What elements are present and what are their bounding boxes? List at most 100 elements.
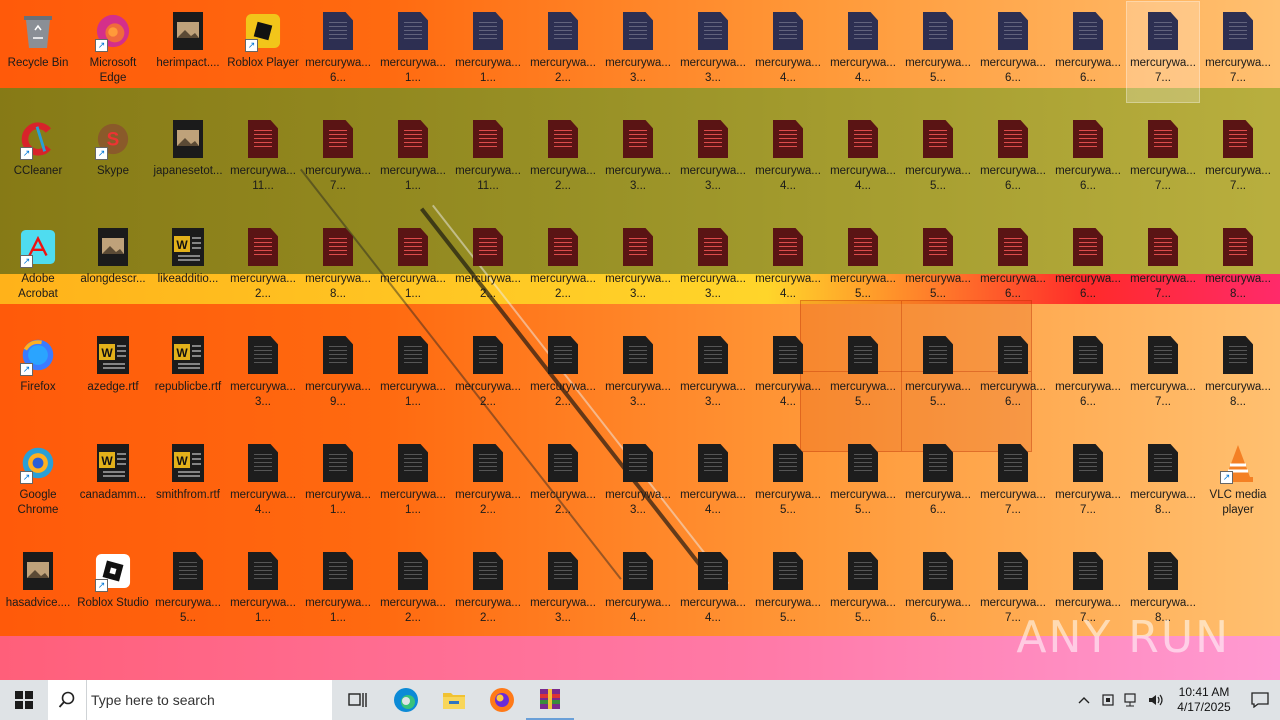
desktop-icon[interactable]: mercurywa... 5...: [902, 110, 974, 210]
desktop-icon[interactable]: japanesetot...: [152, 110, 224, 210]
desktop-icon[interactable]: hasadvice....: [2, 542, 74, 642]
desktop-icon[interactable]: mercurywa... 3...: [602, 2, 674, 102]
desktop-icon[interactable]: Wlikeadditio...: [152, 218, 224, 318]
desktop-icon[interactable]: mercurywa... 7...: [1127, 110, 1199, 210]
desktop-icon[interactable]: mercurywa... 5...: [827, 434, 899, 534]
desktop-icon[interactable]: mercurywa... 4...: [677, 434, 749, 534]
desktop-icon[interactable]: mercurywa... 1...: [377, 326, 449, 426]
desktop-icon[interactable]: mercurywa... 2...: [527, 434, 599, 534]
desktop-icon[interactable]: mercurywa... 6...: [977, 2, 1049, 102]
desktop-icon[interactable]: mercurywa... 5...: [902, 2, 974, 102]
desktop-icon[interactable]: mercurywa... 8...: [1127, 434, 1199, 534]
desktop-icon[interactable]: mercurywa... 2...: [377, 542, 449, 642]
desktop-icon[interactable]: mercurywa... 6...: [977, 110, 1049, 210]
desktop-icon[interactable]: mercurywa... 2...: [452, 326, 524, 426]
desktop-icon[interactable]: mercurywa... 1...: [302, 542, 374, 642]
desktop-icon[interactable]: mercurywa... 7...: [1052, 434, 1124, 534]
desktop-icon[interactable]: mercurywa... 7...: [1202, 110, 1274, 210]
action-center-button[interactable]: [1240, 680, 1280, 720]
desktop-icon[interactable]: mercurywa... 7...: [1127, 218, 1199, 318]
desktop-icon[interactable]: mercurywa... 3...: [677, 110, 749, 210]
search-icon-button[interactable]: [48, 680, 86, 720]
desktop-icon[interactable]: mercurywa... 2...: [527, 110, 599, 210]
desktop-icon[interactable]: mercurywa... 6...: [977, 326, 1049, 426]
desktop-icon[interactable]: mercurywa... 3...: [527, 542, 599, 642]
desktop-icon[interactable]: mercurywa... 1...: [452, 2, 524, 102]
tray-network[interactable]: [1120, 680, 1144, 720]
desktop-icon[interactable]: mercurywa... 8...: [1202, 218, 1274, 318]
desktop-icon[interactable]: ↗ Adobe Acrobat: [2, 218, 74, 318]
desktop-icon[interactable]: mercurywa... 2...: [227, 218, 299, 318]
desktop-icon[interactable]: mercurywa... 2...: [452, 542, 524, 642]
desktop-icon[interactable]: mercurywa... 1...: [377, 2, 449, 102]
desktop-icon[interactable]: mercurywa... 5...: [827, 542, 899, 642]
taskbar-clock[interactable]: 10:41 AM 4/17/2025: [1168, 685, 1240, 715]
desktop-icon[interactable]: mercurywa... 6...: [902, 434, 974, 534]
desktop-icon[interactable]: mercurywa... 4...: [752, 2, 824, 102]
desktop-icon[interactable]: Wrepublicbe.rtf: [152, 326, 224, 426]
show-hidden-icons-button[interactable]: [1072, 680, 1096, 720]
desktop-icon[interactable]: ↗ Roblox Studio: [77, 542, 149, 642]
desktop-icon[interactable]: mercurywa... 5...: [752, 434, 824, 534]
taskbar-winrar[interactable]: [526, 680, 574, 720]
taskbar-search-box[interactable]: Type here to search: [86, 680, 332, 720]
desktop-icon[interactable]: mercurywa... 5...: [827, 218, 899, 318]
desktop-icon[interactable]: mercurywa... 4...: [752, 110, 824, 210]
desktop-icon[interactable]: mercurywa... 5...: [902, 218, 974, 318]
desktop-icon[interactable]: mercurywa... 3...: [227, 326, 299, 426]
desktop-icon[interactable]: mercurywa... 8...: [1202, 326, 1274, 426]
desktop-icon[interactable]: alongdescr...: [77, 218, 149, 318]
desktop-icon[interactable]: mercurywa... 6...: [302, 2, 374, 102]
desktop-icon[interactable]: mercurywa... 2...: [452, 218, 524, 318]
desktop-icon[interactable]: mercurywa... 4...: [602, 542, 674, 642]
desktop-icon[interactable]: mercurywa... 7...: [1127, 326, 1199, 426]
desktop-icon[interactable]: mercurywa... 6...: [1052, 326, 1124, 426]
taskbar-edge[interactable]: [382, 680, 430, 720]
desktop-icon[interactable]: ↗ Microsoft Edge: [77, 2, 149, 102]
desktop-icon[interactable]: mercurywa... 9...: [302, 326, 374, 426]
desktop-icon[interactable]: mercurywa... 3...: [677, 2, 749, 102]
desktop-icon[interactable]: mercurywa... 6...: [902, 542, 974, 642]
desktop-icon[interactable]: mercurywa... 3...: [677, 326, 749, 426]
desktop-icon[interactable]: mercurywa... 1...: [302, 434, 374, 534]
taskbar-file-explorer[interactable]: [430, 680, 478, 720]
desktop-icon[interactable]: mercurywa... 8...: [302, 218, 374, 318]
desktop-icon[interactable]: mercurywa... 4...: [827, 110, 899, 210]
desktop-icon[interactable]: mercurywa... 3...: [677, 218, 749, 318]
desktop-icon[interactable]: S ↗ Skype: [77, 110, 149, 210]
desktop-icon[interactable]: mercurywa... 1...: [227, 542, 299, 642]
desktop-icon[interactable]: mercurywa... 4...: [677, 542, 749, 642]
desktop-icon[interactable]: mercurywa... 7...: [1202, 2, 1274, 102]
desktop-icon[interactable]: mercurywa... 3...: [602, 434, 674, 534]
task-view-button[interactable]: [334, 680, 382, 720]
tray-volume[interactable]: [1144, 680, 1168, 720]
desktop-icon[interactable]: mercurywa... 4...: [752, 326, 824, 426]
desktop-icon[interactable]: ↗ Google Chrome: [2, 434, 74, 534]
desktop-icon[interactable]: mercurywa... 5...: [827, 326, 899, 426]
desktop-icon[interactable]: mercurywa... 1...: [377, 110, 449, 210]
desktop-icon[interactable]: ↗ Firefox: [2, 326, 74, 426]
desktop-icon[interactable]: Wcanadamm...: [77, 434, 149, 534]
desktop-icon[interactable]: mercurywa... 6...: [1052, 218, 1124, 318]
desktop-icon[interactable]: mercurywa... 3...: [602, 110, 674, 210]
desktop-icon[interactable]: mercurywa... 2...: [527, 218, 599, 318]
start-button[interactable]: [0, 680, 48, 720]
desktop-icon[interactable]: herimpact....: [152, 2, 224, 102]
taskbar-firefox[interactable]: [478, 680, 526, 720]
desktop-icon[interactable]: mercurywa... 3...: [602, 326, 674, 426]
desktop-icon[interactable]: mercurywa... 11...: [452, 110, 524, 210]
desktop-icon[interactable]: mercurywa... 3...: [602, 218, 674, 318]
desktop-icon[interactable]: ↗ CCleaner: [2, 110, 74, 210]
desktop-icon[interactable]: ↗ VLC media player: [1202, 434, 1274, 534]
desktop-icon[interactable]: mercurywa... 4...: [827, 2, 899, 102]
desktop-icon[interactable]: mercurywa... 6...: [1052, 110, 1124, 210]
desktop-icon[interactable]: mercurywa... 11...: [227, 110, 299, 210]
desktop-icon[interactable]: Recycle Bin: [2, 2, 74, 102]
desktop-icon[interactable]: mercurywa... 2...: [527, 326, 599, 426]
desktop-icon[interactable]: mercurywa... 7...: [1126, 1, 1200, 103]
desktop-icon[interactable]: mercurywa... 2...: [527, 2, 599, 102]
desktop-icon[interactable]: mercurywa... 1...: [377, 218, 449, 318]
desktop-icon[interactable]: mercurywa... 5...: [152, 542, 224, 642]
desktop-icon[interactable]: mercurywa... 6...: [977, 218, 1049, 318]
desktop-icon[interactable]: mercurywa... 7...: [302, 110, 374, 210]
